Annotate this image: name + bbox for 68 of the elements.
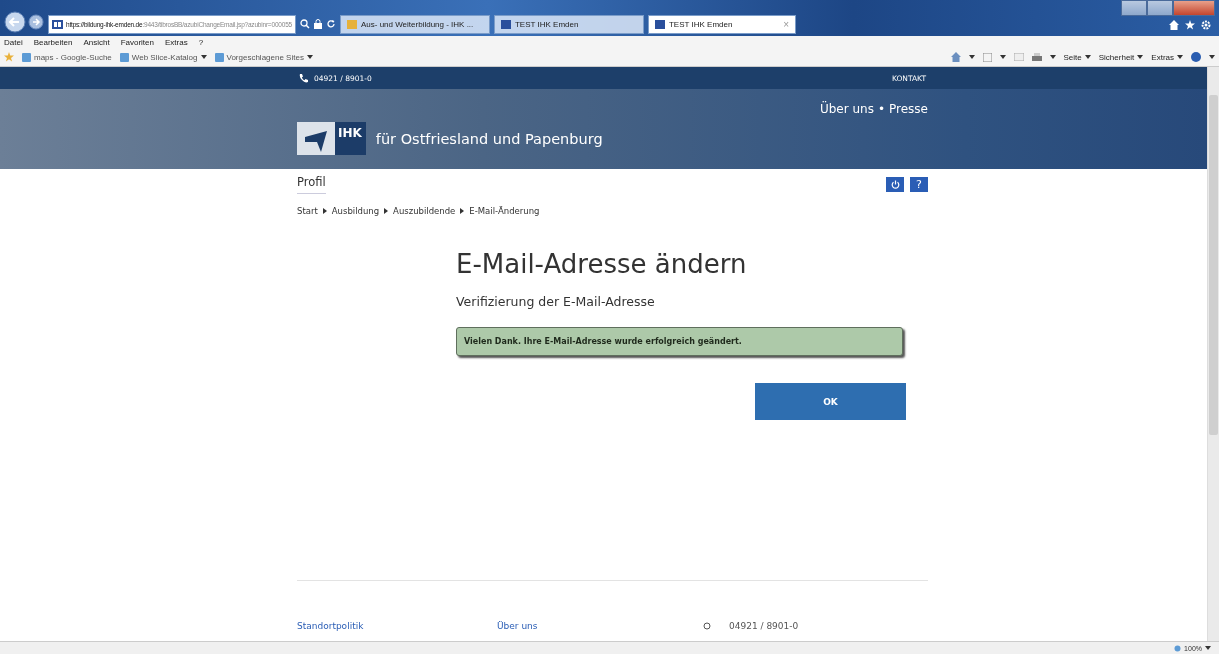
back-button[interactable]	[4, 11, 26, 33]
print-icon[interactable]	[1031, 52, 1042, 62]
search-icon[interactable]	[299, 19, 310, 29]
nav-link[interactable]: Über uns	[819, 102, 874, 116]
page-icon	[22, 52, 31, 62]
caret-icon	[306, 55, 313, 59]
nav-separator: •	[877, 102, 886, 116]
site-icon	[500, 20, 511, 29]
caret-icon	[1137, 55, 1144, 59]
organization-name: für Ostfriesland und Papenburg	[375, 130, 603, 147]
page-title: E-Mail-Adresse ändern	[456, 249, 748, 279]
power-icon	[890, 180, 900, 189]
browser-tab[interactable]: TEST IHK Emden ×	[647, 15, 796, 34]
caret-icon	[968, 55, 975, 59]
menu-item[interactable]: Bearbeiten	[33, 37, 73, 47]
settings-icon[interactable]	[1201, 20, 1211, 30]
menu-item[interactable]: Datei	[4, 37, 23, 47]
nav-link[interactable]: Presse	[889, 102, 928, 116]
home-icon[interactable]	[950, 52, 961, 62]
page-subtitle: Verifizierung der E-Mail-Adresse	[456, 294, 656, 309]
power-button[interactable]	[886, 177, 904, 192]
page-icon	[119, 52, 129, 62]
menu-item[interactable]: Ansicht	[83, 37, 110, 47]
help-button[interactable]: ?	[910, 177, 928, 192]
caret-icon	[1205, 646, 1211, 650]
site-icon	[52, 20, 63, 29]
caret-icon	[1049, 55, 1056, 59]
breadcrumb-link[interactable]: E-Mail-Änderung	[469, 206, 540, 216]
home-icon[interactable]	[1169, 20, 1179, 30]
caret-icon	[200, 55, 207, 59]
command-menu[interactable]: Seite	[1063, 52, 1091, 62]
menu-item[interactable]: Favoriten	[120, 37, 154, 47]
footer-phone: 04921 / 8901-0	[729, 621, 799, 631]
scrollbar[interactable]	[1207, 67, 1219, 641]
window-controls[interactable]	[1121, 0, 1215, 16]
caret-icon	[1084, 55, 1091, 59]
browser-tab[interactable]: TEST IHK Emden	[493, 15, 644, 34]
favorites-link[interactable]: Web Slice-Katalog	[119, 52, 207, 62]
favorites-link[interactable]: Vorgeschlagene Sites	[214, 52, 313, 62]
ok-button[interactable]: OK	[755, 383, 906, 420]
caret-icon	[999, 55, 1006, 59]
forward-button[interactable]	[28, 14, 44, 30]
favorites-star-icon[interactable]	[4, 52, 14, 62]
footer-link[interactable]: Standortpolitik	[297, 621, 497, 631]
site-icon	[654, 20, 665, 29]
command-menu[interactable]: Extras	[1151, 52, 1183, 62]
breadcrumb-link[interactable]: Auszubildende	[393, 206, 456, 216]
command-menu[interactable]: Sicherheit	[1098, 52, 1144, 62]
breadcrumb-arrow-icon	[460, 208, 465, 214]
breadcrumb-link[interactable]: Start	[297, 206, 318, 216]
caret-icon	[1209, 55, 1215, 59]
refresh-icon[interactable]	[325, 19, 336, 29]
browser-tab[interactable]: Aus- und Weiterbildung - IHK ...	[339, 15, 490, 34]
caret-icon	[1177, 55, 1183, 59]
success-message: Vielen Dank. Ihre E-Mail-Adresse wurde erfolgreich geändert.	[456, 327, 903, 356]
star-icon[interactable]	[1185, 20, 1195, 30]
breadcrumb-arrow-icon	[384, 208, 389, 214]
scrollbar-thumb[interactable]	[1209, 95, 1218, 435]
footer-link[interactable]: Über uns	[497, 621, 703, 631]
site-icon	[346, 20, 357, 29]
profile-tab[interactable]: Profil	[297, 175, 326, 194]
menu-item[interactable]: ?	[198, 37, 204, 47]
page-icon	[214, 52, 224, 62]
breadcrumb-link[interactable]: Ausbildung	[331, 206, 380, 216]
favorites-link[interactable]: maps - Google-Suche	[22, 52, 112, 62]
breadcrumb-arrow-icon	[322, 208, 327, 214]
lock-icon	[313, 19, 322, 29]
menu-item[interactable]: Extras	[165, 37, 188, 47]
